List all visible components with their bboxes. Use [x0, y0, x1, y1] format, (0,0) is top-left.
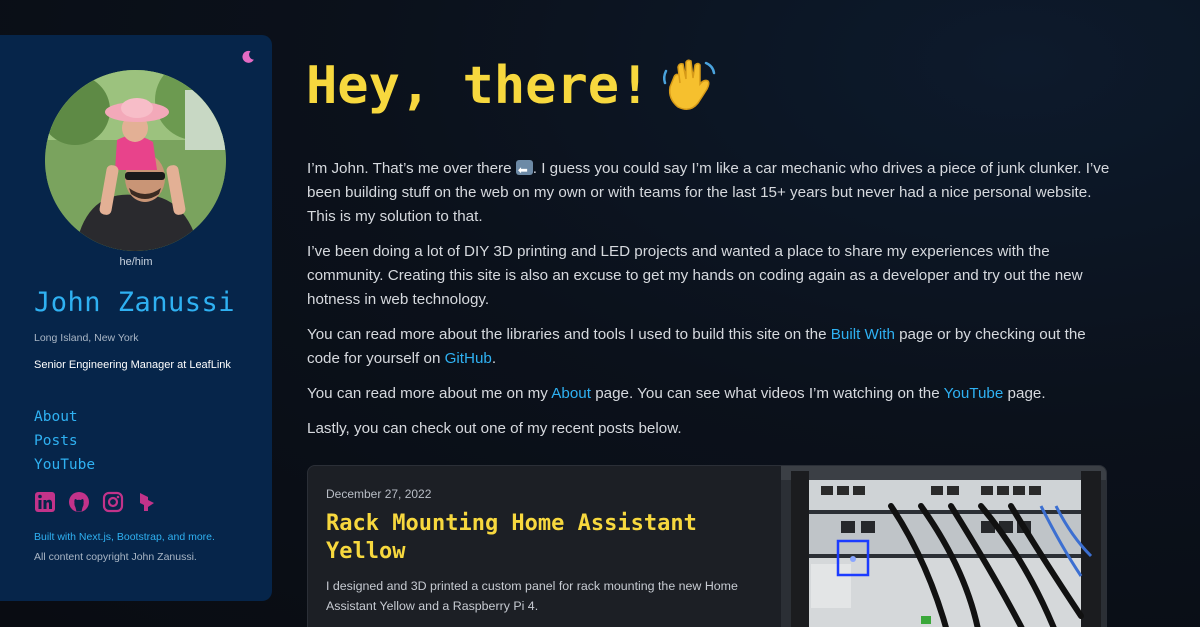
sidebar: he/him John Zanussi Long Island, New Yor… [0, 35, 272, 601]
intro-content: I’m John. That’s me over there . I guess… [307, 157, 1112, 452]
brand-icon[interactable] [136, 491, 158, 513]
about-link[interactable]: About [551, 385, 591, 402]
linkedin-icon[interactable] [34, 491, 56, 513]
built-with-link[interactable]: Built with Next.js, Bootstrap, and more. [34, 531, 215, 543]
left-arrow-icon [515, 158, 533, 182]
job-title: Senior Engineering Manager at LeafLink [34, 359, 231, 371]
page-title-text: Hey, there! [306, 56, 651, 116]
post-card[interactable]: December 27, 2022 Rack Mounting Home Ass… [307, 465, 1107, 627]
social-links [34, 491, 158, 513]
copyright: All content copyright John Zanussi. [34, 551, 197, 563]
intro-paragraph-4: You can read more about me on my About p… [307, 382, 1112, 406]
nav-item-youtube[interactable]: YouTube [34, 453, 95, 477]
post-date: December 27, 2022 [326, 487, 432, 501]
intro-text: page. [1003, 385, 1046, 402]
built-with-link[interactable]: Built With [831, 326, 895, 343]
youtube-link[interactable]: YouTube [944, 385, 1004, 402]
github-link[interactable]: GitHub [445, 350, 492, 367]
intro-text: I’m John. That’s me over there [307, 160, 516, 177]
intro-paragraph-1: I’m John. That’s me over there . I guess… [307, 157, 1112, 229]
github-icon[interactable] [68, 491, 90, 513]
location: Long Island, New York [34, 332, 139, 344]
moon-icon[interactable] [241, 49, 255, 63]
intro-text: You can read more about the libraries an… [307, 326, 831, 343]
intro-paragraph-2: I’ve been doing a lot of DIY 3D printing… [307, 243, 1083, 308]
instagram-icon[interactable] [102, 491, 124, 513]
intro-text: . [491, 350, 497, 367]
nav-item-about[interactable]: About [34, 405, 95, 429]
waving-hand-icon [660, 57, 718, 115]
intro-text: You can read more about me on my [307, 385, 552, 402]
intro-paragraph-3: You can read more about the libraries an… [307, 323, 1112, 371]
intro-paragraph-5: Lastly, you can check out one of my rece… [307, 420, 682, 437]
avatar [45, 70, 226, 251]
post-description: I designed and 3D printed a custom panel… [326, 579, 738, 613]
post-image [781, 466, 1106, 627]
nav-item-posts[interactable]: Posts [34, 429, 95, 453]
intro-text: page. You can see what videos I’m watchi… [590, 385, 944, 402]
profile-name: John Zanussi [34, 287, 236, 318]
sidebar-nav: About Posts YouTube [34, 405, 95, 477]
page-title: Hey, there! [306, 56, 718, 116]
post-title[interactable]: Rack Mounting Home Assistant Yellow [326, 510, 766, 566]
pronouns: he/him [119, 256, 153, 268]
